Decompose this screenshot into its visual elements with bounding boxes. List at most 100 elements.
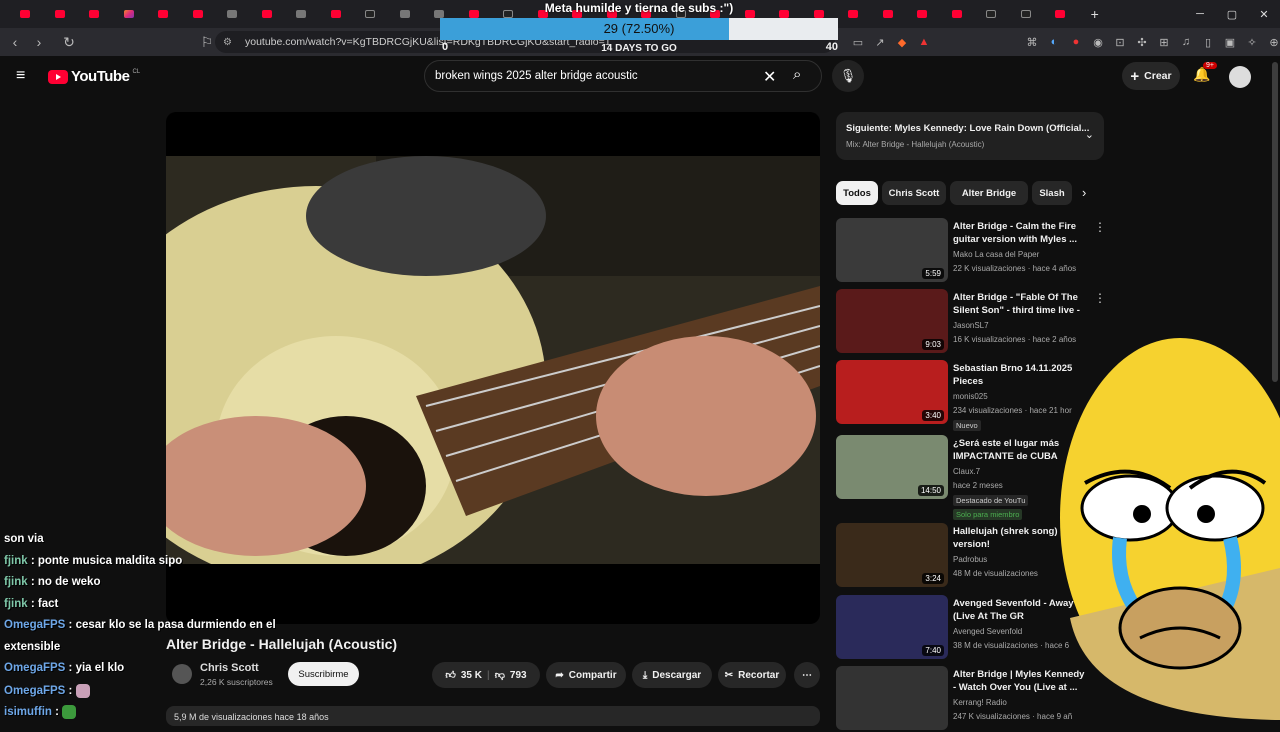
video-thumbnail[interactable]: 3:24 [836, 523, 948, 587]
cast-icon[interactable]: ▭ [850, 34, 866, 50]
translate-icon[interactable]: ⌘ [1024, 34, 1040, 50]
dislike-button[interactable]: 👎︎ 793 [495, 669, 527, 682]
new-tab-button[interactable]: + [1078, 0, 1113, 28]
extension-icon[interactable]: ⊡ [1112, 34, 1128, 50]
avatar[interactable] [1229, 66, 1251, 88]
back-icon[interactable]: ‹ [6, 33, 24, 51]
browser-tab[interactable] [353, 0, 388, 28]
maximize-icon[interactable]: ▢ [1216, 0, 1248, 28]
minimize-icon[interactable]: ─ [1184, 0, 1216, 28]
browser-tab[interactable] [836, 0, 871, 28]
menu-icon[interactable]: ≡ [16, 68, 32, 84]
video-stats: 22 K visualizaciones · hace 4 años [953, 264, 1077, 273]
browser-tab[interactable] [319, 0, 354, 28]
search-input[interactable]: broken wings 2025 alter bridge acoustic [435, 70, 638, 82]
extension-icon[interactable]: ⊞ [1156, 34, 1172, 50]
extension-icon[interactable]: ◉ [1090, 34, 1106, 50]
channel-avatar[interactable] [172, 664, 192, 684]
extension-icon[interactable]: ⊕ [1266, 34, 1280, 50]
browser-tab[interactable] [112, 0, 147, 28]
chevron-down-icon[interactable]: ⌄ [1085, 128, 1094, 141]
browser-tab[interactable] [284, 0, 319, 28]
like-icon: 👍︎ [445, 670, 456, 681]
close-window-icon[interactable]: ✕ [1248, 0, 1280, 28]
puzzle-icon[interactable]: ✣ [1134, 34, 1150, 50]
video-thumbnail[interactable]: 3:40 [836, 360, 948, 424]
share-button[interactable]: ➦ Compartir [546, 662, 626, 688]
youtube-icon [951, 10, 962, 18]
channel-name: Mako La casa del Paper [953, 250, 1040, 259]
video-thumbnail[interactable]: 7:40 [836, 595, 948, 659]
bell-icon[interactable]: 🔔 9+ [1193, 62, 1217, 83]
bookmark-icon[interactable]: ⚐ [198, 33, 216, 51]
clip-label: Recortar [738, 669, 780, 681]
browser-tab[interactable] [1043, 0, 1078, 28]
browser-tab[interactable] [871, 0, 906, 28]
video-thumbnail[interactable]: 14:50 [836, 435, 948, 499]
subscribe-button[interactable]: Suscribirme [288, 662, 359, 686]
youtube-icon [1055, 10, 1066, 18]
sidebar-icon[interactable]: ▯ [1200, 34, 1216, 50]
browser-tab[interactable] [146, 0, 181, 28]
recommended-video[interactable]: 5:59 Alter Bridge - Calm the Fire guitar … [836, 218, 1106, 284]
video-thumbnail[interactable]: 9:03 [836, 289, 948, 353]
page-scrollbar[interactable] [1272, 62, 1278, 382]
video-player[interactable] [166, 112, 820, 624]
mic-icon[interactable]: 🎙 [832, 60, 864, 92]
filter-chip[interactable]: Todos [836, 181, 878, 205]
search-box[interactable]: broken wings 2025 alter bridge acoustic … [424, 60, 822, 92]
site-info-icon[interactable]: ⚙ [223, 37, 239, 48]
extension-icon[interactable]: ● [1068, 34, 1084, 50]
browser-tab[interactable] [1009, 0, 1044, 28]
browser-tab[interactable] [250, 0, 285, 28]
browser-tab[interactable] [77, 0, 112, 28]
youtube-icon [882, 10, 893, 18]
rewards-icon[interactable]: ▲ [916, 34, 932, 50]
filter-chip[interactable]: Chris Scott [882, 181, 946, 205]
browser-tab[interactable] [940, 0, 975, 28]
wallet-icon[interactable]: ▣ [1222, 34, 1238, 50]
ai-icon[interactable]: ✧ [1244, 34, 1260, 50]
share-page-icon[interactable]: ↗ [872, 34, 888, 50]
brave-shield-icon[interactable]: ◆ [894, 34, 910, 50]
download-icon: ⤓ [642, 669, 648, 681]
channel-name[interactable]: Chris Scott [200, 662, 259, 674]
more-icon: ⋯ [802, 669, 812, 681]
browser-tab[interactable] [43, 0, 78, 28]
browser-tab[interactable] [905, 0, 940, 28]
like-button[interactable]: 👍︎ 35 K [445, 669, 482, 682]
video-stats: 48 M de visualizaciones [953, 569, 1038, 578]
up-next-panel[interactable]: Siguiente: Myles Kennedy: Love Rain Down… [836, 112, 1104, 160]
video-duration: 3:40 [922, 410, 944, 421]
goal-days-left: 14 DAYS TO GO [601, 43, 677, 54]
clip-button[interactable]: ✂ Recortar [718, 662, 786, 688]
video-thumbnail[interactable] [836, 666, 948, 730]
description-box[interactable]: 5,9 M de visualizaciones hace 18 años [166, 706, 820, 726]
create-button[interactable]: + Crear [1122, 62, 1180, 90]
more-button[interactable]: ⋯ [794, 662, 820, 688]
filter-chip[interactable]: Slash [1032, 181, 1072, 205]
extension-icon[interactable]: ◐ [1046, 34, 1062, 50]
music-icon[interactable]: ♫ [1178, 34, 1194, 50]
clear-icon[interactable]: ✕ [763, 67, 776, 87]
browser-tab[interactable] [388, 0, 423, 28]
browser-tab[interactable] [974, 0, 1009, 28]
search-icon[interactable]: ⌕ [793, 66, 801, 83]
download-button[interactable]: ⤓ Descargar [632, 662, 712, 688]
video-frame[interactable] [166, 156, 820, 564]
video-thumbnail[interactable]: 5:59 [836, 218, 948, 282]
reload-icon[interactable]: ↻ [60, 33, 78, 51]
chevron-right-icon[interactable]: › [1082, 185, 1086, 200]
chat-username: fjink [4, 576, 28, 588]
youtube-logo[interactable]: YouTube CL [48, 68, 140, 85]
channel-name: Avenged Sevenfold [953, 627, 1023, 636]
browser-tab[interactable] [8, 0, 43, 28]
browser-tab[interactable] [181, 0, 216, 28]
browser-tab[interactable] [215, 0, 250, 28]
youtube-icon [20, 10, 31, 18]
kebab-icon[interactable]: ⋮ [1094, 220, 1106, 234]
forward-icon[interactable]: › [30, 33, 48, 51]
filter-chip[interactable]: Alter Bridge [950, 181, 1028, 205]
kebab-icon[interactable]: ⋮ [1094, 291, 1106, 305]
goal-progress-bar: 29 (72.50%) [440, 18, 838, 40]
